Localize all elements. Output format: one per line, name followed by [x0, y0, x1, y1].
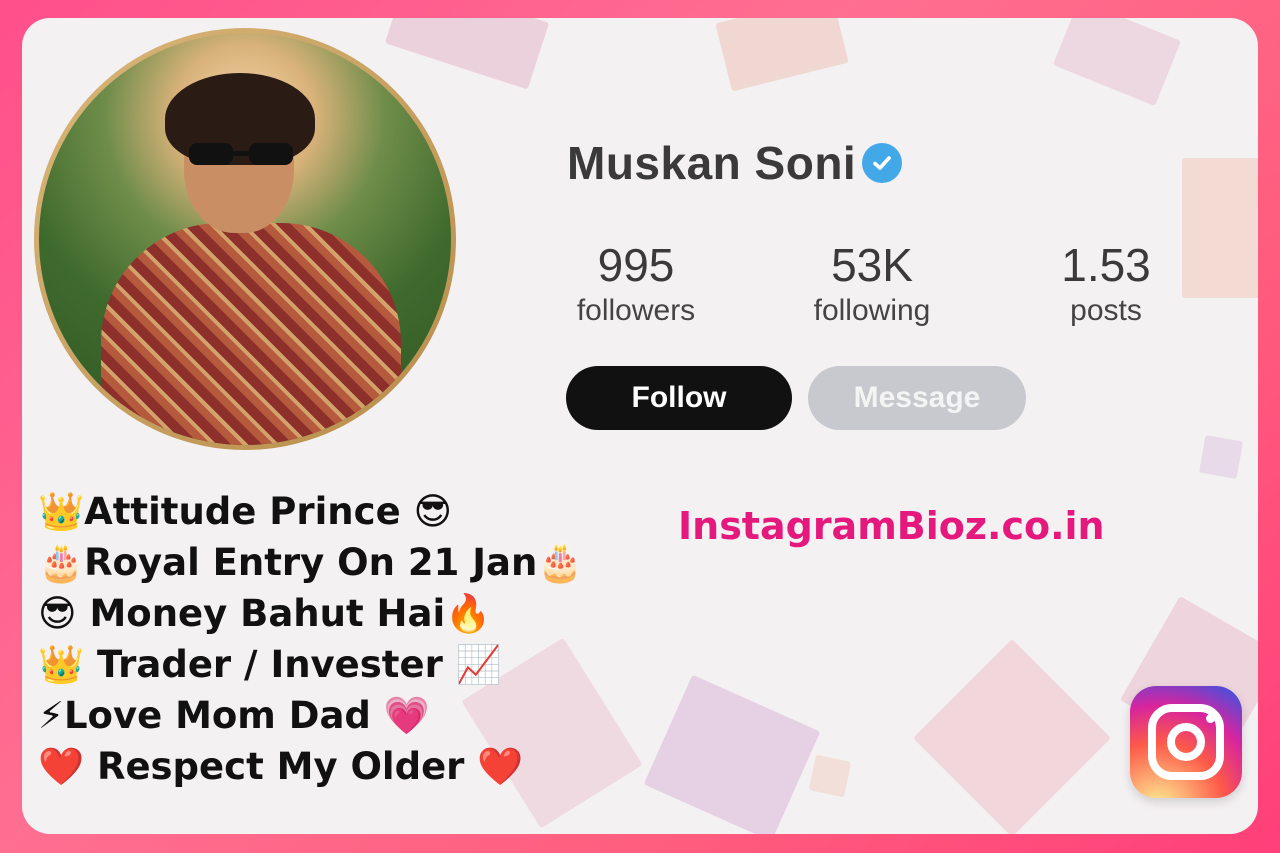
profile-card: Muskan Soni 995 followers 53K following … [22, 18, 1258, 834]
avatar-ring[interactable] [34, 28, 456, 450]
sunglasses-icon [189, 143, 293, 165]
decor-shape [384, 18, 550, 90]
decor-shape [808, 754, 852, 798]
stat-followers-label: followers [576, 294, 696, 327]
bio-line: ❤️ Respect My Older ❤️ [38, 745, 524, 788]
stat-following[interactable]: 53K following [788, 238, 956, 328]
avatar-person-body [101, 223, 401, 445]
decor-shape [1052, 18, 1182, 107]
profile-name: Muskan Soni [567, 136, 903, 190]
bio-block: 👑Attitude Prince 😎 🎂Royal Entry On 21 Ja… [38, 486, 583, 792]
instagram-logo-lens [1167, 723, 1205, 761]
stat-followers[interactable]: 995 followers [552, 238, 720, 328]
follow-button[interactable]: Follow [566, 366, 792, 430]
profile-name-text: Muskan Soni [567, 137, 857, 189]
decor-shape [643, 674, 821, 834]
decor-shape [913, 639, 1111, 834]
avatar [39, 33, 451, 445]
bio-line: ⚡Love Mom Dad 💗 [38, 694, 430, 737]
bio-line: 👑 Trader / Invester 📈 [38, 643, 502, 686]
verified-badge-icon [862, 143, 903, 183]
stat-followers-value: 995 [597, 239, 675, 291]
instagram-logo-icon [1130, 686, 1242, 798]
bio-line: 👑Attitude Prince 😎 [38, 490, 453, 533]
stat-following-label: following [813, 294, 931, 327]
decor-shape [1198, 434, 1244, 480]
stat-posts-label: posts [1070, 294, 1142, 327]
message-button[interactable]: Message [808, 366, 1026, 430]
stat-posts[interactable]: 1.53 posts [1026, 238, 1186, 328]
instagram-logo-dot [1206, 714, 1215, 723]
decor-shape [715, 18, 849, 92]
stat-following-value: 53K [831, 239, 913, 291]
decor-shape [1182, 158, 1258, 298]
bio-line: 🎂Royal Entry On 21 Jan🎂 [38, 541, 584, 584]
stat-posts-value: 1.53 [1061, 239, 1151, 291]
brand-watermark: InstagramBioz.co.in [678, 504, 1105, 548]
bio-line: 😎 Money Bahut Hai🔥 [38, 592, 492, 635]
